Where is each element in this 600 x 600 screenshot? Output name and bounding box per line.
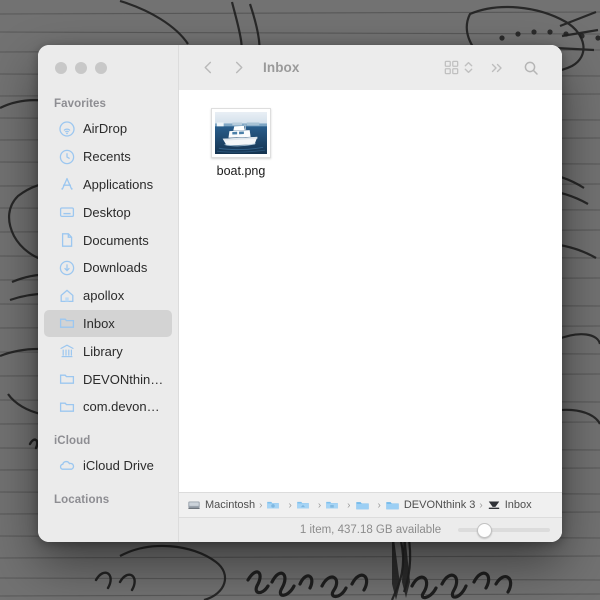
zoom-button[interactable] xyxy=(95,61,107,74)
sidebar-item-desktop[interactable]: Desktop xyxy=(44,198,172,226)
path-node-label: DEVONthink 3 xyxy=(403,499,476,511)
sidebar-item-library[interactable]: Library xyxy=(44,337,172,365)
path-node-label: Inbox xyxy=(504,499,532,511)
grid-view-icon[interactable] xyxy=(443,59,460,76)
path-node-folder-2[interactable] xyxy=(296,498,314,512)
sidebar-item-label: Inbox xyxy=(83,315,115,331)
status-text: 1 item, 437.18 GB available xyxy=(299,524,442,536)
sidebar-section-icloud: iCloud xyxy=(54,434,91,447)
window-body: Favorites AirDrop Recents Applications D… xyxy=(38,45,562,542)
sidebar-item-com-devon[interactable]: com.devon… xyxy=(44,393,172,421)
file-grid[interactable]: boat.png xyxy=(179,90,562,492)
finder-window[interactable]: Favorites AirDrop Recents Applications D… xyxy=(38,45,562,542)
sidebar-item-downloads[interactable]: Downloads xyxy=(44,254,172,282)
sidebar-item-label: Applications xyxy=(83,176,154,192)
chevron-left-icon xyxy=(204,61,211,74)
sidebar-item-label: Documents xyxy=(83,232,149,248)
search-button[interactable] xyxy=(516,54,546,82)
sidebar-item-label: DEVONthin… xyxy=(83,371,164,387)
sidebar-section-locations: Locations xyxy=(54,493,110,506)
sidebar-item-applications[interactable]: Applications xyxy=(44,171,172,199)
path-separator: › xyxy=(347,499,351,511)
sidebar-item-inbox[interactable]: Inbox xyxy=(44,309,172,338)
path-separator: › xyxy=(377,499,381,511)
desktop-icon xyxy=(58,204,75,221)
close-button[interactable] xyxy=(55,61,67,74)
sidebar-item-label: iCloud Drive xyxy=(83,458,154,474)
toolbar: Inbox xyxy=(179,45,562,90)
path-separator: › xyxy=(479,499,483,511)
sidebar-item-documents[interactable]: Documents xyxy=(44,226,172,254)
sidebar-item-label: Downloads xyxy=(83,260,148,276)
path-node-folder-1[interactable] xyxy=(266,498,284,512)
slider-knob[interactable] xyxy=(476,522,492,538)
inbox-tray-icon xyxy=(488,501,499,510)
home-icon xyxy=(58,287,75,304)
path-node-macintosh[interactable]: Macintosh xyxy=(187,498,255,512)
boat-photo xyxy=(215,112,267,154)
folder-icon xyxy=(267,501,280,509)
sidebar-item-recents[interactable]: Recents xyxy=(44,143,172,171)
path-node-inbox[interactable]: Inbox xyxy=(487,498,532,512)
downloads-icon xyxy=(58,259,75,276)
sidebar-item-label: Desktop xyxy=(83,204,131,220)
sidebar-item-icloud-drive[interactable]: iCloud Drive xyxy=(44,452,172,480)
path-separator: › xyxy=(259,499,263,511)
folder-icon xyxy=(355,501,369,509)
search-icon xyxy=(524,61,538,75)
folder-icon xyxy=(58,371,75,388)
sidebar: Favorites AirDrop Recents Applications D… xyxy=(38,45,179,542)
sidebar-item-apollox[interactable]: apollox xyxy=(44,282,172,310)
document-icon xyxy=(58,232,75,249)
forward-button[interactable] xyxy=(223,54,253,82)
folder-icon xyxy=(58,315,75,332)
file-name-label: boat.png xyxy=(216,164,266,178)
sidebar-item-devonthink[interactable]: DEVONthin… xyxy=(44,365,172,393)
path-bar[interactable]: Macintosh › › › › › DEVONthink 3 › Inbox xyxy=(179,492,562,517)
path-node-devonthink-3[interactable]: DEVONthink 3 xyxy=(385,498,476,513)
minimize-button[interactable] xyxy=(75,61,87,74)
sidebar-section-favorites: Favorites xyxy=(54,98,107,110)
path-node-folder-4[interactable] xyxy=(355,498,374,513)
file-item-boat[interactable]: boat.png xyxy=(197,108,285,178)
chevron-up-down-icon[interactable] xyxy=(463,59,474,76)
folder-icon xyxy=(297,501,309,509)
hard-disk-icon xyxy=(188,501,200,510)
cloud-icon xyxy=(58,457,75,474)
double-chevron-right-icon xyxy=(491,63,502,72)
path-node-label: Macintosh xyxy=(205,499,256,511)
slider-track[interactable] xyxy=(458,528,550,532)
toolbar-title: Inbox xyxy=(263,60,300,75)
window-controls xyxy=(38,45,178,90)
airdrop-icon xyxy=(58,120,75,137)
folder-icon xyxy=(58,398,75,415)
sidebar-item-label: com.devon… xyxy=(83,399,160,415)
folder-icon xyxy=(386,501,399,509)
sidebar-item-label: Library xyxy=(83,343,123,359)
folder-icon xyxy=(326,501,338,509)
toolbar-overflow-button[interactable] xyxy=(482,54,512,82)
status-bar: 1 item, 437.18 GB available xyxy=(179,517,562,542)
path-node-folder-3[interactable] xyxy=(325,498,343,512)
sidebar-item-label: Recents xyxy=(83,149,131,165)
path-separator: › xyxy=(288,499,292,511)
chevron-right-icon xyxy=(235,61,242,74)
applications-icon xyxy=(58,176,75,193)
path-separator: › xyxy=(317,499,322,511)
sidebar-list[interactable]: Favorites AirDrop Recents Applications D… xyxy=(38,90,178,542)
image-thumbnail-boat[interactable] xyxy=(211,108,271,158)
main-pane: Inbox boat.png Macintosh › › › › › DEVON… xyxy=(179,45,562,542)
sidebar-item-label: apollox xyxy=(83,288,125,304)
library-icon xyxy=(58,343,75,360)
view-options-group[interactable] xyxy=(443,59,474,76)
icon-size-slider[interactable] xyxy=(458,522,550,538)
clock-icon xyxy=(58,148,75,165)
sidebar-item-airdrop[interactable]: AirDrop xyxy=(44,115,172,143)
back-button[interactable] xyxy=(193,54,223,82)
sidebar-item-label: AirDrop xyxy=(83,121,128,137)
